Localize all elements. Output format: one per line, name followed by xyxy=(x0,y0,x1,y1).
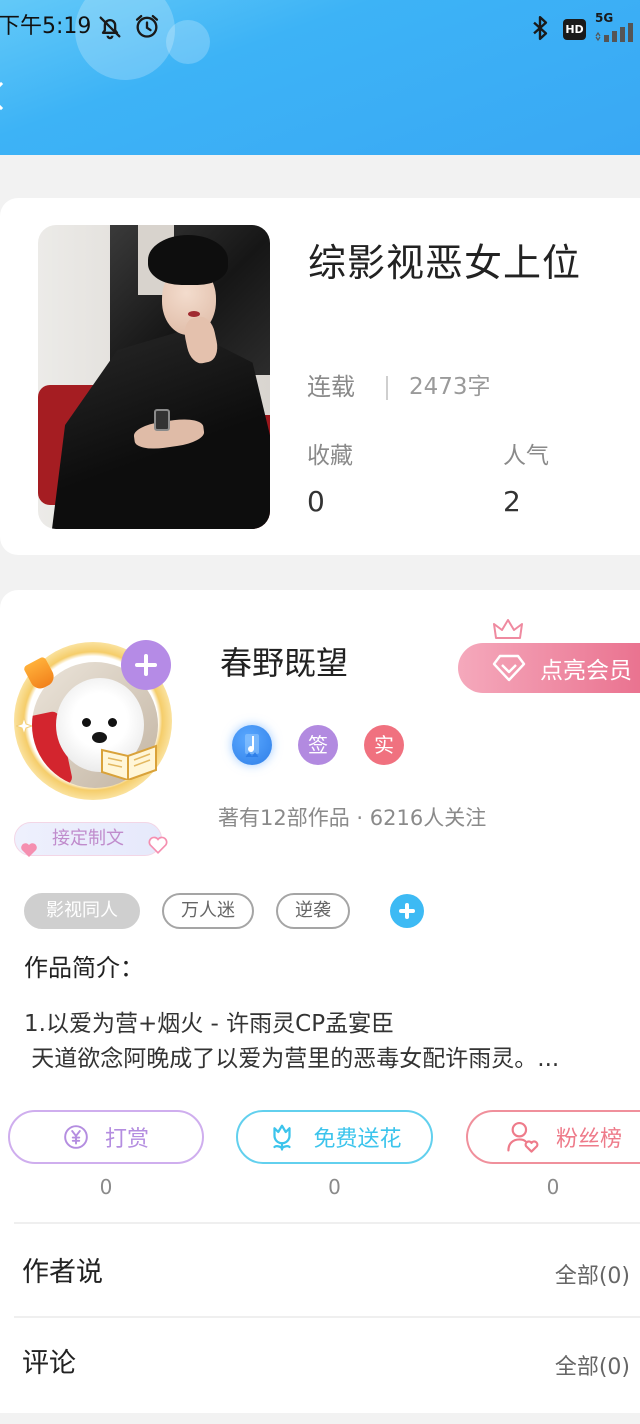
fan-list-icon xyxy=(507,1121,539,1153)
hd-indicator: HD xyxy=(563,19,586,40)
popularity-value: 2 xyxy=(503,485,521,518)
status-time: 下午5:19 xyxy=(0,14,92,39)
tag-chip[interactable]: 万人迷 xyxy=(162,893,254,929)
favorites-value: 0 xyxy=(307,485,325,518)
heart-icon xyxy=(21,843,37,857)
top-header: 下午5:19 HD 5G xyxy=(0,0,640,155)
tip-button[interactable]: 打赏 xyxy=(8,1110,204,1164)
crown-icon xyxy=(493,619,523,639)
book-title: 综影视恶女上位 xyxy=(308,241,582,285)
book-info-card: 综影视恶女上位 连载 2473字 收藏 0 人气 2 xyxy=(0,198,640,555)
flower-icon xyxy=(273,1124,292,1151)
music-note-icon xyxy=(245,734,259,758)
heart-icon xyxy=(148,836,168,854)
vip-button[interactable]: 点亮会员 xyxy=(458,643,640,693)
synopsis-line[interactable]: 1.以爱为营+烟火 - 许雨灵CP孟宴臣 xyxy=(24,1008,394,1040)
chevron-left-icon[interactable] xyxy=(0,81,16,111)
sparkle-icon xyxy=(16,718,32,734)
cover-hair xyxy=(148,235,228,285)
tag-chip[interactable]: 影视同人 xyxy=(24,893,140,929)
music-badge[interactable] xyxy=(232,725,272,765)
synopsis-label: 作品简介： xyxy=(24,954,144,982)
follow-plus-button[interactable] xyxy=(121,640,171,690)
tag-chip[interactable]: 逆袭 xyxy=(276,893,350,929)
avatar-dog-eye xyxy=(108,718,117,727)
fan-count: 0 xyxy=(546,1175,560,1199)
add-tag-button[interactable] xyxy=(390,894,424,928)
author-name[interactable]: 春野既望 xyxy=(220,643,348,683)
comments-all-link[interactable]: 全部(0) xyxy=(500,1352,630,1384)
section-divider xyxy=(14,1316,640,1318)
avatar-dog-eye xyxy=(82,718,91,727)
comments-title: 评论 xyxy=(22,1348,76,1379)
author-detail-card: 接定制文 春野既望 点亮会员 签 实 著有12部作品 · 6216人关注 影视同… xyxy=(0,590,640,1413)
fan-ranking-button[interactable]: 粉丝榜 xyxy=(466,1110,640,1164)
status-divider xyxy=(386,376,388,400)
author-notes-all-link[interactable]: 全部(0) xyxy=(500,1261,630,1293)
bell-off-icon xyxy=(99,16,121,40)
tip-count: 0 xyxy=(99,1175,113,1199)
section-divider xyxy=(14,1222,640,1224)
synopsis-line[interactable]: 天道欲念阿晚成了以爱为营里的恶毒女配许雨灵。... xyxy=(24,1043,559,1075)
signal-icon xyxy=(595,23,633,42)
book-sticker-icon xyxy=(101,744,157,780)
send-flower-button-label: 免费送花 xyxy=(313,1127,402,1152)
vip-button-label: 点亮会员 xyxy=(540,658,632,684)
flower-count: 0 xyxy=(328,1175,341,1199)
fan-ranking-button-label: 粉丝榜 xyxy=(556,1127,623,1152)
alarm-icon xyxy=(135,14,159,38)
custom-writing-badge-label: 接定制文 xyxy=(52,828,124,849)
plus-icon xyxy=(405,903,409,919)
popularity-label: 人气 xyxy=(503,443,549,469)
author-notes-title: 作者说 xyxy=(22,1257,103,1288)
verified-badge[interactable]: 实 xyxy=(364,725,404,765)
author-stats: 著有12部作品 · 6216人关注 xyxy=(218,806,487,830)
tip-button-label: 打赏 xyxy=(104,1127,149,1152)
book-cover-image[interactable] xyxy=(38,225,270,529)
diamond-icon xyxy=(492,654,526,682)
cover-watch xyxy=(154,409,170,431)
signed-badge[interactable]: 签 xyxy=(298,725,338,765)
cover-lips xyxy=(188,311,200,317)
word-count: 2473字 xyxy=(409,374,491,400)
favorites-label: 收藏 xyxy=(307,443,353,469)
book-status: 连载 xyxy=(307,373,355,401)
decor-bubble xyxy=(166,20,210,64)
bluetooth-icon xyxy=(533,15,548,41)
send-flower-button[interactable]: 免费送花 xyxy=(236,1110,433,1164)
yuan-icon xyxy=(64,1125,88,1149)
plus-icon xyxy=(144,654,148,676)
